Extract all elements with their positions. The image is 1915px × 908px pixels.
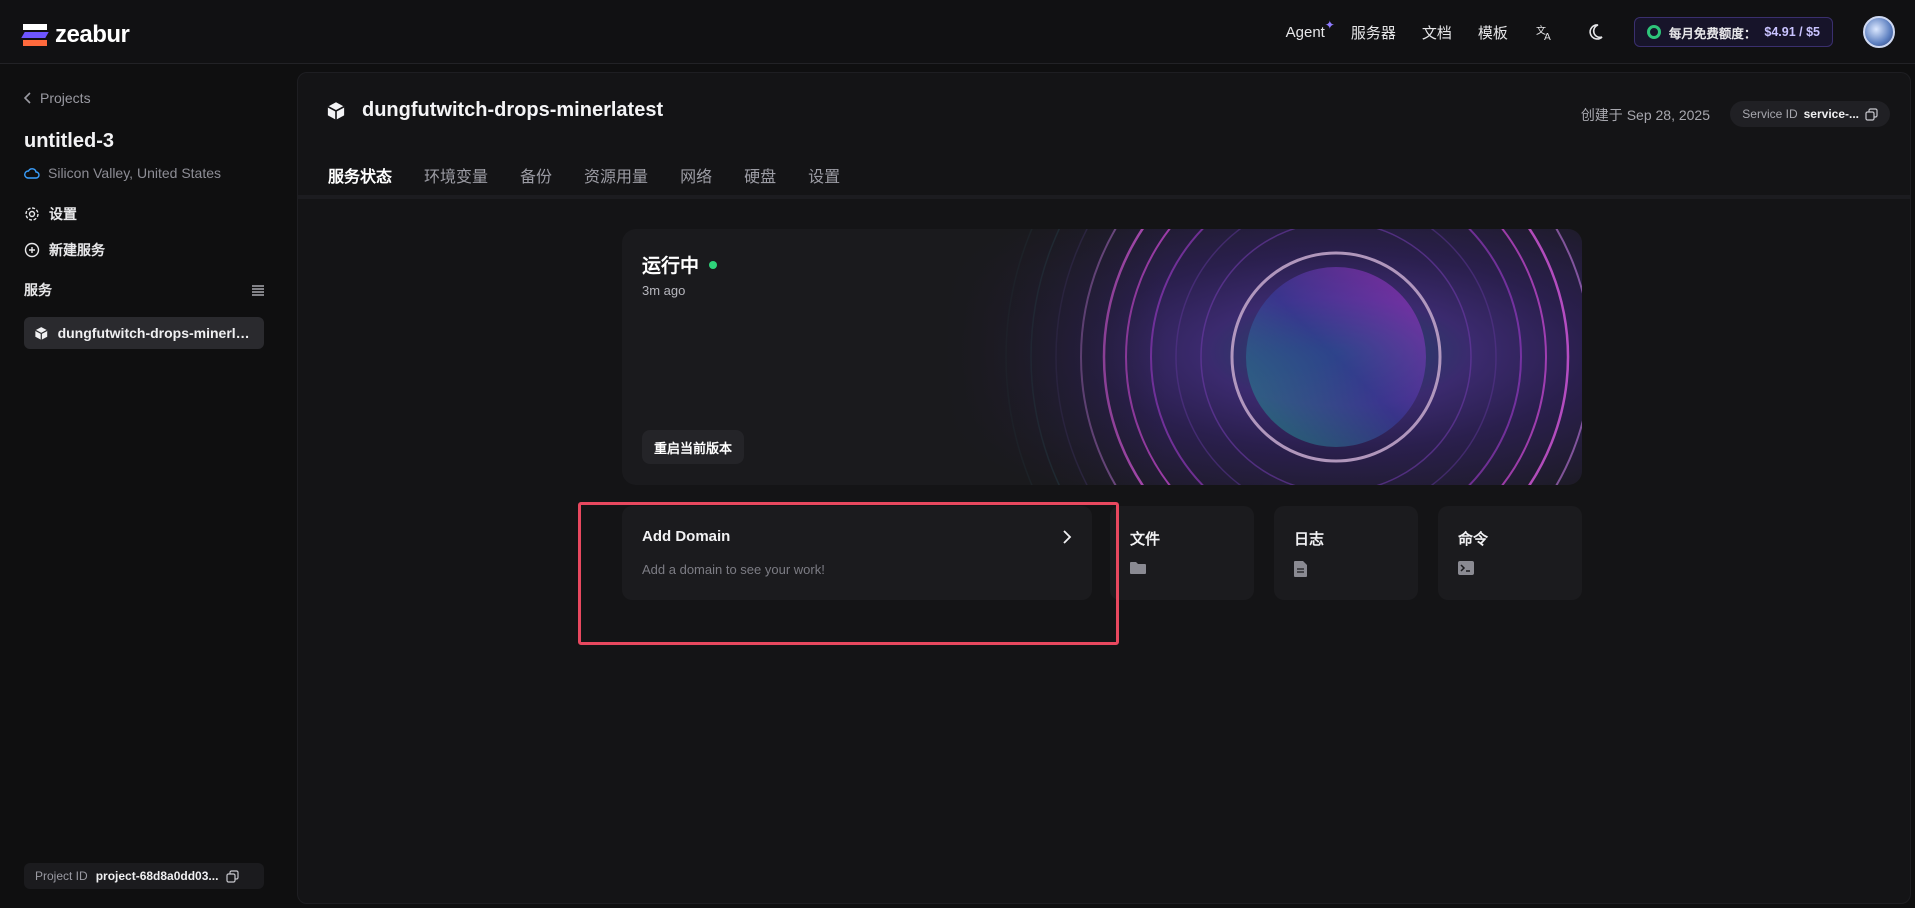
document-icon <box>1294 561 1307 577</box>
service-status: 运行中 <box>642 251 718 278</box>
service-panel: dungfutwitch-drops-minerlatest 创建于 Sep 2… <box>297 72 1911 904</box>
sparkle-icon: ✦ <box>1324 17 1335 32</box>
service-id-label: Service ID <box>1742 107 1798 121</box>
sidebar: Projects untitled-3 Silicon Valley, Unit… <box>0 64 290 908</box>
top-nav: Agent ✦ 服务器 文档 模板 文A 每月免费额度： $4.91 / $5 <box>1286 0 1895 64</box>
cube-icon <box>35 326 48 340</box>
avatar[interactable] <box>1863 16 1895 48</box>
project-title: untitled-3 <box>24 130 114 152</box>
templates-link[interactable]: 模板 <box>1478 22 1508 43</box>
service-tabs: 服务状态 环境变量 备份 资源用量 网络 硬盘 设置 <box>328 163 840 187</box>
brand-name: zeabur <box>55 21 130 48</box>
new-service-label: 新建服务 <box>49 242 105 258</box>
folder-icon <box>1130 562 1146 574</box>
tabs-divider <box>298 195 1910 199</box>
servers-link[interactable]: 服务器 <box>1351 22 1396 43</box>
docs-link[interactable]: 文档 <box>1422 22 1452 43</box>
services-heading: 服务 <box>24 282 52 298</box>
agent-label: Agent <box>1285 23 1325 41</box>
highlight-box <box>578 502 1119 645</box>
logs-card[interactable]: 日志 <box>1274 506 1418 600</box>
project-region: Silicon Valley, United States <box>24 165 221 181</box>
service-title: dungfutwitch-drops-minerlatest <box>362 99 664 121</box>
project-settings-link[interactable]: 设置 <box>24 204 77 224</box>
hero-rings-illustration <box>942 229 1582 485</box>
terminal-icon <box>1458 561 1474 575</box>
new-service-button[interactable]: 新建服务 <box>24 240 105 260</box>
list-icon[interactable] <box>252 284 264 296</box>
running-dot-icon <box>709 260 718 269</box>
restart-button[interactable]: 重启当前版本 <box>642 430 745 464</box>
tab-settings[interactable]: 设置 <box>808 163 840 187</box>
status-label: 运行中 <box>642 256 700 277</box>
copy-icon[interactable] <box>226 869 240 883</box>
quota-ring-icon <box>1646 25 1661 39</box>
service-id-value: service-... <box>1803 107 1859 121</box>
agent-link[interactable]: Agent ✦ <box>1285 18 1335 41</box>
tab-resource-usage[interactable]: 资源用量 <box>584 163 648 187</box>
project-id-label: Project ID <box>35 869 88 883</box>
project-id-badge: Project ID project-68d8a0dd03... <box>24 863 264 889</box>
cube-icon <box>327 101 345 120</box>
plus-circle-icon <box>24 242 40 258</box>
zeabur-logo-icon <box>21 24 49 46</box>
files-card[interactable]: 文件 <box>1110 506 1254 600</box>
translate-icon[interactable]: 文A <box>1534 21 1556 43</box>
quota-value: $4.91 / $5 <box>1764 25 1820 39</box>
status-card: 运行中 3m ago 重启当前版本 <box>622 229 1582 485</box>
top-bar: zeabur Agent ✦ 服务器 文档 模板 文A 每月免费额度： $4.9… <box>0 0 1915 64</box>
settings-label: 设置 <box>49 206 77 222</box>
command-card[interactable]: 命令 <box>1438 506 1582 600</box>
services-section-header: 服务 <box>24 280 264 300</box>
project-id-value: project-68d8a0dd03... <box>95 869 219 883</box>
command-title: 命令 <box>1458 531 1489 548</box>
quota-label: 每月免费额度： <box>1668 26 1757 41</box>
back-to-projects-link[interactable]: Projects <box>24 90 91 106</box>
logs-title: 日志 <box>1294 531 1325 548</box>
created-date: 创建于 Sep 28, 2025 <box>1580 107 1710 123</box>
moon-icon[interactable] <box>1584 21 1606 43</box>
tab-network[interactable]: 网络 <box>680 163 712 187</box>
quota-badge[interactable]: 每月免费额度： $4.91 / $5 <box>1633 17 1833 47</box>
gear-icon <box>25 207 39 221</box>
tab-disk[interactable]: 硬盘 <box>744 163 776 187</box>
copy-icon[interactable] <box>1865 107 1878 121</box>
tab-status[interactable]: 服务状态 <box>328 163 392 187</box>
back-label: Projects <box>40 90 91 106</box>
service-item-label: dungfutwitch-drops-minerlat... <box>57 325 254 341</box>
tab-backup[interactable]: 备份 <box>520 163 552 187</box>
chevron-left-icon <box>24 92 31 104</box>
svg-text:A: A <box>1544 32 1551 41</box>
sidebar-item-service[interactable]: dungfutwitch-drops-minerlat... <box>24 317 264 349</box>
cloud-icon <box>24 168 40 179</box>
service-header: dungfutwitch-drops-minerlatest <box>326 99 663 122</box>
service-id-badge: Service ID service-... <box>1730 101 1890 127</box>
status-time: 3m ago <box>642 283 686 298</box>
zeabur-logo[interactable]: zeabur <box>21 21 130 49</box>
files-title: 文件 <box>1130 531 1161 548</box>
tab-env-vars[interactable]: 环境变量 <box>424 163 488 187</box>
region-label: Silicon Valley, United States <box>48 165 222 181</box>
